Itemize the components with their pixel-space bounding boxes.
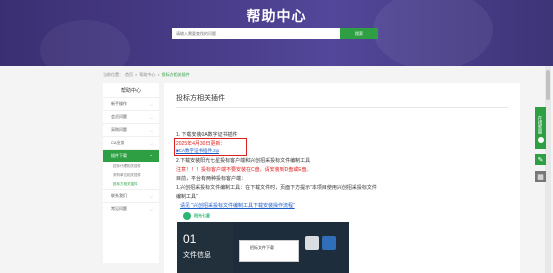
chevron-down-icon: ⌵ [149, 140, 153, 146]
chevron-down-icon: ⌵ [149, 206, 153, 212]
online-service-button[interactable]: 在线客服 [535, 107, 546, 149]
sidebar-subitem-agency[interactable]: 招标代理相关插件 [103, 162, 159, 171]
app-icon [322, 236, 336, 250]
breadcrumb-current: 投标方相关插件 [161, 72, 190, 77]
client-screenshot: 阳光七星 01 文件信息 招标文件下载 [177, 210, 349, 273]
tool-note: 1.兴创招采投标文件编制工具：在下载文件时，页面下方提示“本项目使用兴创招采投标… [176, 185, 377, 191]
tool-note-continued: 编制工具” [176, 194, 198, 200]
sunshine-logo-icon [183, 212, 191, 220]
edit-icon: ✎ [537, 156, 544, 164]
step-1-text: 1. 下载安装0A数字证书插件 [176, 132, 238, 138]
page-heading: 帮助中心 [246, 8, 307, 24]
breadcrumb-prefix: 当前位置： [103, 72, 123, 77]
sidebar-item-label: CA业务 [111, 140, 125, 145]
sidebar-item-label: 会员问题 [111, 114, 127, 119]
online-service-label: 在线客服 [538, 115, 543, 134]
sidebar-heading: 帮助中心 [120, 87, 141, 94]
screenshot-dialog-text: 招标文件下载 [250, 245, 274, 250]
qrcode-icon: ▦ [537, 173, 544, 181]
screenshot-dialog: 招标文件下载 [239, 240, 299, 262]
screenshot-brand: 阳光七星 [194, 213, 210, 218]
search-input[interactable] [172, 28, 340, 39]
hero-decoration-2 [40, 20, 130, 66]
sidebar-item-procurement[interactable]: 采购问题 ⌵ [103, 123, 159, 136]
hero-banner: 帮助中心 搜索 [0, 0, 553, 66]
update-date: 2025年4月30日更新： [176, 141, 226, 147]
search-button[interactable]: 搜索 [340, 28, 378, 39]
chevron-down-icon: ⌵ [149, 127, 153, 133]
sidebar-item-newbie[interactable]: 新手操作 ⌵ [103, 97, 159, 110]
breadcrumb-help[interactable]: 帮助中心 [139, 72, 155, 78]
sidebar-item-plugins[interactable]: 插件下载 ⌃ [103, 149, 159, 162]
sidebar-item-label: 插件下载 [111, 153, 127, 158]
sidebar-item-member[interactable]: 会员问题 ⌵ [103, 110, 159, 123]
edit-button[interactable]: ✎ [535, 154, 546, 165]
search-bar: 搜索 [172, 28, 378, 39]
chevron-down-icon: ⌵ [149, 193, 153, 199]
sidebar-subitem-buyer[interactable]: 采购单位相关插件 [103, 171, 159, 180]
page-title: 投标方相关插件 [176, 95, 225, 102]
screenshot-header: 阳光七星 [177, 210, 349, 222]
screenshot-sidebar [177, 222, 233, 273]
chevron-down-icon: ⌵ [149, 114, 153, 120]
sidebar-item-label: 联系我们 [111, 193, 127, 198]
sidebar: 帮助中心 新手操作 ⌵ 会员问题 ⌵ 采购问题 ⌵ CA业务 ⌵ 插件下载 ⌃ … [103, 83, 159, 263]
tool-guide-link[interactable]: 请见 “兴创招采投标文件编制工具下载安装操作流程” [180, 202, 295, 209]
ca-plugin-download-link[interactable]: ■CA数字证书插件.zip [176, 148, 219, 154]
breadcrumb-home[interactable]: 首页 [125, 72, 133, 78]
screenshot-step-label: 文件信息 [183, 252, 211, 259]
divider [176, 107, 508, 108]
chevron-down-icon: ⌵ [149, 101, 153, 107]
warning-text: 注意！！！投标客户端不要安装在C盘，请安装到D盘或E盘。 [176, 167, 312, 173]
sidebar-subitem-bidder[interactable]: 投标方相关插件 [103, 180, 159, 189]
sidebar-item-ca[interactable]: CA业务 ⌵ [103, 136, 159, 149]
sidebar-item-contact[interactable]: 联系我们 ⌵ [103, 189, 159, 202]
platform-note: 目前，平台有两种投标客户端： [176, 176, 247, 182]
breadcrumb-sep: > [157, 72, 160, 77]
content-panel: 投标方相关插件 1. 下载安装0A数字证书插件 2025年4月30日更新： ■C… [164, 83, 520, 273]
document-icon [305, 236, 319, 250]
breadcrumb: 当前位置： 首页 > 帮助中心 > 投标方相关插件 [103, 72, 190, 78]
step-2-text: 2.下载安装阳光七星投标客户端和兴创招采投标文件编制工具 [176, 158, 311, 164]
chat-icon [537, 136, 544, 143]
sidebar-item-label: 采购问题 [111, 127, 127, 132]
breadcrumb-sep: > [135, 72, 138, 77]
sidebar-item-label: 常见问题 [111, 206, 127, 211]
sidebar-item-faq[interactable]: 常见问题 ⌵ [103, 202, 159, 215]
screenshot-icons [305, 236, 336, 250]
scrollbar-thumb[interactable] [546, 70, 550, 100]
qrcode-button[interactable]: ▦ [535, 171, 546, 182]
chevron-up-icon: ⌃ [149, 153, 153, 159]
sidebar-item-label: 新手操作 [111, 101, 127, 106]
screenshot-step-number: 01 [183, 232, 197, 246]
